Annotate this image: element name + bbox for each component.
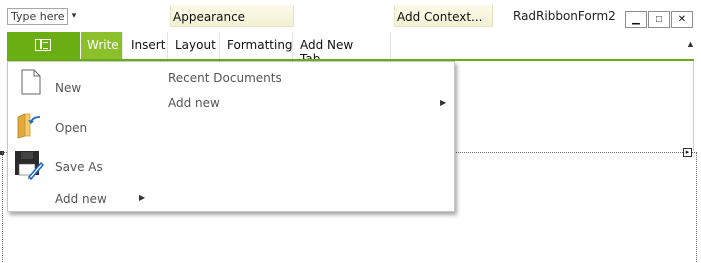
menu-item-open[interactable]: Open [8,108,158,148]
collapse-ribbon-icon[interactable]: ▲ [686,39,695,49]
menu-item-label: Open [55,121,88,135]
open-folder-icon [17,113,41,139]
tab-formatting[interactable]: Formatting [221,32,293,59]
tab-layout[interactable]: Layout [169,32,220,59]
quick-access-input[interactable]: Type here [7,8,68,25]
menu-item-add-new[interactable]: Add new ▶ [8,186,158,210]
tab-write[interactable]: Write [81,32,123,59]
close-icon: ✕ [677,14,687,25]
save-as-icon [15,151,44,180]
minimize-button[interactable]: ▁ [625,11,647,28]
menu-item-new[interactable]: New [8,67,158,107]
quick-access-dropdown-icon[interactable]: ▾ [69,10,79,22]
submenu-arrow-icon: ▶ [440,98,447,107]
menu-item-label: Save As [55,160,103,174]
contextual-tab-add-context[interactable]: Add Context... [394,5,493,27]
application-menu-icon [35,39,51,51]
recent-documents-header: Recent Documents [168,71,282,85]
recent-add-new-item[interactable]: Add new ▶ [168,96,448,114]
ribbon-tab-strip: Write Insert Layout Formatting Add New T… [0,32,701,66]
application-menu: New Open Save As Add new ▶ Recent Docume… [7,61,455,212]
menu-item-label: New [55,81,82,95]
maximize-button[interactable]: □ [648,11,670,28]
menu-item-label: Add new [55,192,107,206]
application-menu-button[interactable] [7,32,80,59]
close-button[interactable]: ✕ [671,11,693,28]
tab-insert[interactable]: Insert [125,32,168,59]
new-document-icon [21,69,41,95]
minimize-icon: ▁ [632,14,640,25]
maximize-icon: □ [655,14,663,25]
title-bar: Type here ▾ Appearance Add Context... Ra… [0,0,701,32]
menu-item-save-as[interactable]: Save As [8,147,158,187]
contextual-tab-appearance[interactable]: Appearance [170,5,294,27]
recent-add-new-label: Add new [168,96,220,110]
document-handle-icon[interactable]: ▸ [683,148,692,157]
tab-add-new-tab[interactable]: Add New Tab... [294,32,391,66]
submenu-arrow-icon: ▶ [139,193,146,202]
window-title: RadRibbonForm2 [513,9,616,23]
